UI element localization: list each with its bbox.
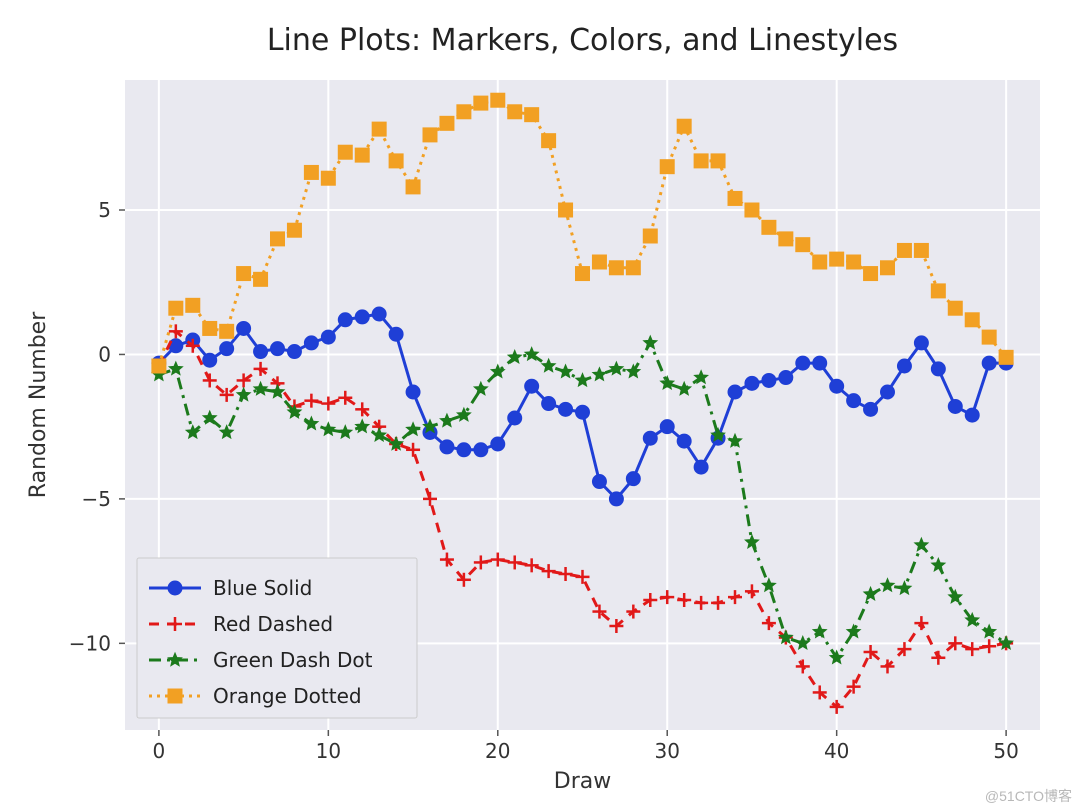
x-tick-label: 50	[993, 739, 1018, 763]
line-chart: 0 10 20 30 40 50 −10 −5 0 5 Draw Random Number Line …	[0, 0, 1080, 810]
legend-item-label: Red Dashed	[213, 612, 333, 636]
watermark-text: @51CTO博客	[985, 786, 1072, 806]
chart-title: Line Plots: Markers, Colors, and Linesty…	[267, 23, 898, 58]
y-tick-label: 5	[98, 198, 111, 222]
x-tick-label: 40	[824, 739, 849, 763]
y-tick-label: 0	[98, 342, 111, 366]
y-tick-label: −10	[69, 631, 111, 655]
x-tick-label: 30	[654, 739, 679, 763]
x-tick-label: 20	[485, 739, 510, 763]
x-tick-label: 0	[153, 739, 166, 763]
chart-container: 0 10 20 30 40 50 −10 −5 0 5 Draw Random Number Line …	[0, 0, 1080, 810]
y-tick-label: −5	[82, 487, 111, 511]
legend-item-label: Blue Solid	[213, 576, 312, 600]
x-tick-label: 10	[316, 739, 341, 763]
legend-item-label: Green Dash Dot	[213, 648, 373, 672]
x-axis-label: Draw	[554, 769, 611, 794]
legend-item-label: Orange Dotted	[213, 684, 362, 708]
legend: Blue Solid Red Dashed Green Dash Dot Orange…	[137, 558, 417, 718]
y-axis-label: Random Number	[26, 311, 51, 498]
